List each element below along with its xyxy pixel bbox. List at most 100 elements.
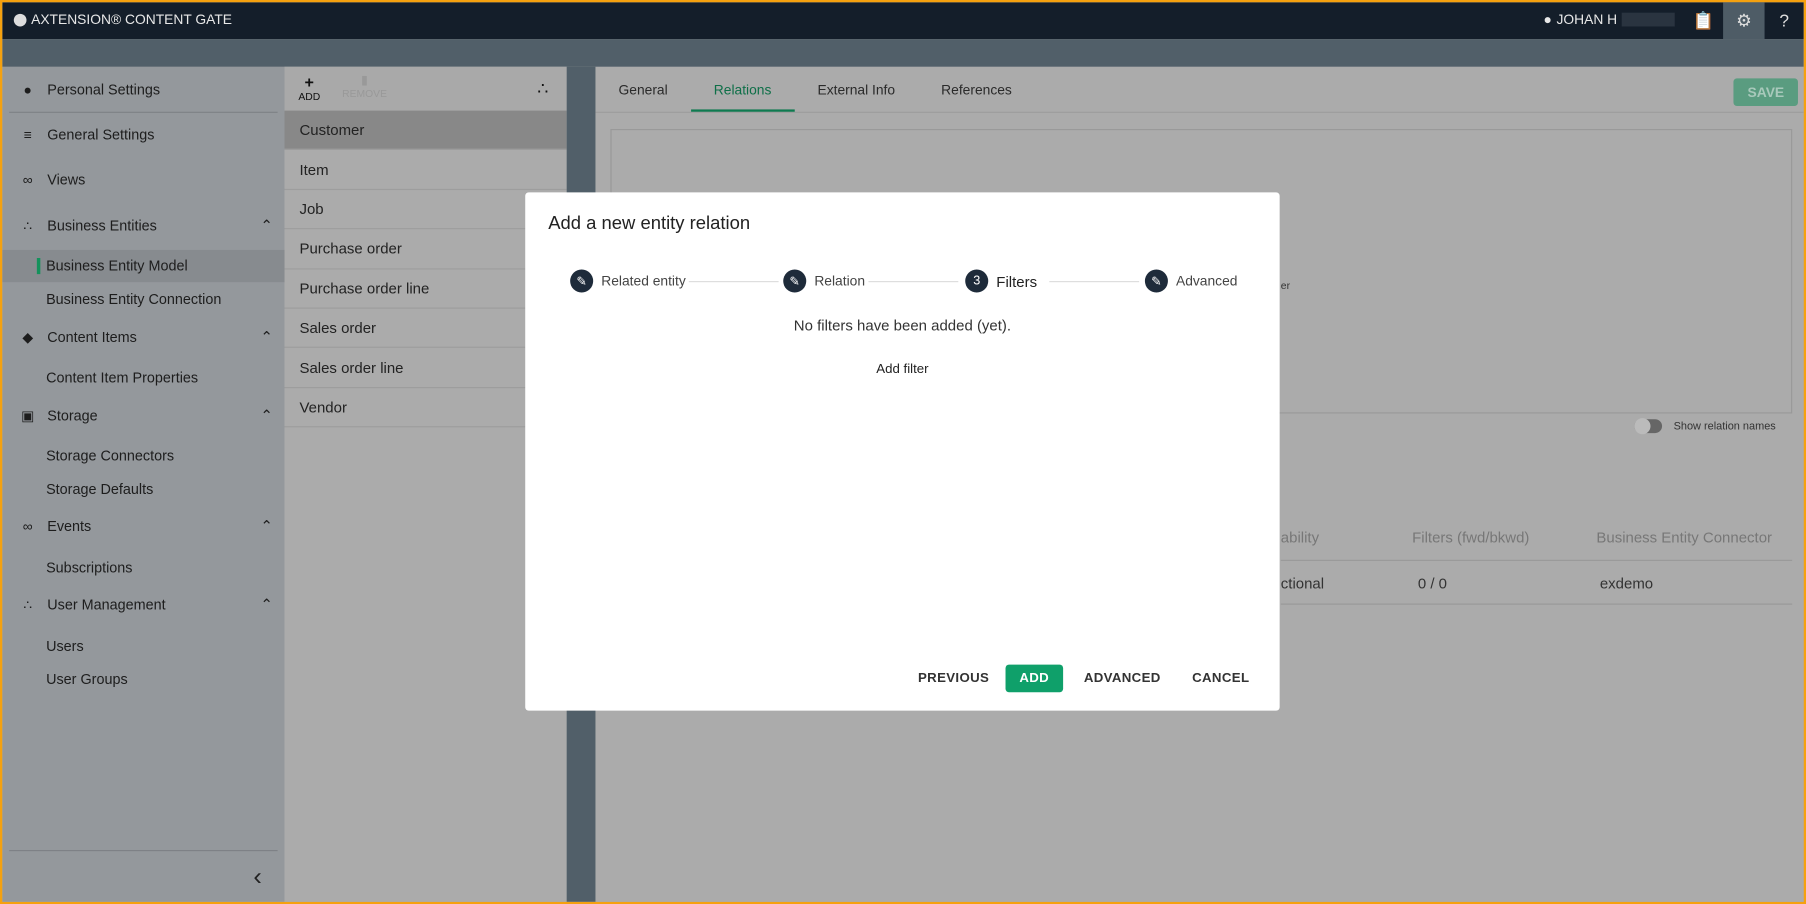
sidebar-item-label: User Groups bbox=[46, 671, 128, 688]
sidebar-item-label: Content Items bbox=[47, 329, 137, 346]
sidebar-item-label: Storage Defaults bbox=[46, 481, 154, 498]
chevron-up-icon[interactable]: ⌃ bbox=[260, 217, 273, 235]
empty-filters-text: No filters have been added (yet). bbox=[793, 316, 1012, 335]
sidebar-item-storage-connectors[interactable]: Storage Connectors bbox=[2, 440, 284, 472]
help-icon[interactable]: ? bbox=[1765, 2, 1804, 39]
sidebar-item-events[interactable]: ∞ Events ⌃ bbox=[2, 510, 284, 542]
sliders-icon: ≡ bbox=[23, 126, 32, 143]
active-indicator bbox=[36, 258, 41, 275]
step-connector bbox=[868, 281, 959, 283]
list-item[interactable]: Customer bbox=[284, 110, 567, 151]
sidebar-item-label: Storage Connectors bbox=[46, 448, 175, 465]
table-cell: exdemo bbox=[1599, 574, 1654, 593]
hierarchy-icon[interactable]: ∴ bbox=[537, 78, 548, 99]
step-relation[interactable]: ✎ Relation bbox=[783, 269, 865, 293]
table-cell: 0 / 0 bbox=[1417, 574, 1448, 593]
user-name: JOHAN H bbox=[1556, 11, 1618, 28]
sidebar-item-business-entities[interactable]: ∴ Business Entities ⌃ bbox=[2, 210, 284, 242]
chevron-up-icon[interactable]: ⌃ bbox=[260, 407, 273, 425]
show-relation-names-toggle[interactable] bbox=[1634, 418, 1663, 435]
save-button[interactable]: SAVE bbox=[1733, 78, 1798, 106]
add-button[interactable]: + ADD bbox=[298, 73, 320, 103]
chevron-up-icon[interactable]: ⌃ bbox=[260, 595, 273, 613]
sidebar-item-label: Events bbox=[47, 518, 92, 535]
sidebar-item-business-entity-connection[interactable]: Business Entity Connection bbox=[2, 283, 284, 315]
toggle-knob bbox=[1634, 418, 1651, 435]
users-icon: ∴ bbox=[23, 596, 33, 613]
pencil-icon: ✎ bbox=[783, 269, 807, 293]
clipboard-icon[interactable]: 📋 bbox=[1684, 2, 1723, 39]
archive-icon: ▣ bbox=[21, 407, 35, 424]
sidebar-item-label: Business Entity Model bbox=[46, 258, 188, 275]
step-label: Advanced bbox=[1175, 272, 1238, 290]
chevron-up-icon[interactable]: ⌃ bbox=[260, 517, 273, 535]
sidebar-item-label: Storage bbox=[47, 407, 98, 424]
sidebar-item-storage-defaults[interactable]: Storage Defaults bbox=[2, 473, 284, 505]
glasses-icon: ∞ bbox=[22, 171, 33, 188]
sidebar-item-personal-settings[interactable]: ● Personal Settings bbox=[2, 74, 284, 106]
step-number: 3 bbox=[965, 269, 989, 293]
sidebar-item-business-entity-model[interactable]: Business Entity Model bbox=[2, 249, 285, 283]
sidebar-item-general-settings[interactable]: ≡ General Settings bbox=[2, 119, 284, 151]
remove-button[interactable]: ▮ REMOVE bbox=[342, 73, 387, 99]
pencil-icon: ✎ bbox=[570, 269, 594, 293]
sidebar-item-users[interactable]: Users bbox=[2, 630, 284, 662]
trash-icon: ▮ bbox=[361, 73, 369, 88]
chevron-up-icon[interactable]: ⌃ bbox=[260, 328, 273, 346]
step-label: Related entity bbox=[601, 272, 686, 290]
sidebar-item-views[interactable]: ∞ Views bbox=[2, 164, 284, 196]
sidebar-item-label: General Settings bbox=[47, 126, 155, 143]
table-cell: ctional bbox=[1280, 574, 1325, 593]
sidebar-item-label: Subscriptions bbox=[46, 559, 133, 576]
divider bbox=[1280, 603, 1793, 605]
diagram-text: er bbox=[1280, 279, 1291, 292]
cancel-button[interactable]: CANCEL bbox=[1183, 665, 1259, 693]
add-filter-label: Add filter bbox=[876, 362, 929, 377]
step-filters[interactable]: 3 Filters bbox=[965, 269, 1038, 293]
sidebar-item-content-items[interactable]: ◆ Content Items ⌃ bbox=[2, 321, 284, 353]
add-entity-relation-dialog: Add a new entity relation ✎ Related entit… bbox=[525, 192, 1280, 711]
add-filter-button[interactable]: Add filter bbox=[525, 363, 1279, 377]
sidebar-item-label: Content Item Properties bbox=[46, 369, 199, 386]
step-connector bbox=[688, 281, 779, 283]
pencil-icon: ✎ bbox=[1144, 269, 1168, 293]
sub-header bbox=[2, 39, 1804, 67]
advanced-button[interactable]: ADVANCED bbox=[1075, 665, 1170, 693]
list-item[interactable]: Item bbox=[284, 150, 567, 190]
logo-icon bbox=[13, 13, 27, 26]
add-label: ADD bbox=[298, 90, 321, 103]
step-label: Filters bbox=[996, 272, 1038, 290]
tab-external-info[interactable]: External Info bbox=[794, 67, 918, 112]
step-connector bbox=[1049, 281, 1140, 283]
divider bbox=[1280, 559, 1793, 561]
tab-references[interactable]: References bbox=[918, 67, 1035, 112]
webhook-icon: ∞ bbox=[22, 518, 33, 535]
tab-relations[interactable]: Relations bbox=[690, 67, 795, 112]
entity-toolbar: + ADD ▮ REMOVE ∴ bbox=[284, 66, 567, 111]
sidebar-item-label: Personal Settings bbox=[47, 81, 161, 98]
sidebar-item-content-item-properties[interactable]: Content Item Properties bbox=[2, 362, 284, 394]
plus-icon: + bbox=[304, 72, 314, 91]
user-menu[interactable]: ● JOHAN H bbox=[1544, 12, 1675, 28]
step-advanced[interactable]: ✎ Advanced bbox=[1144, 269, 1238, 293]
step-related-entity[interactable]: ✎ Related entity bbox=[570, 269, 686, 293]
divider bbox=[9, 850, 278, 852]
person-icon: ● bbox=[23, 81, 32, 98]
app-title: AXTENSION® CONTENT GATE bbox=[31, 11, 232, 28]
sidebar-item-label: Business Entity Connection bbox=[46, 291, 222, 308]
sidebar-item-storage[interactable]: ▣ Storage ⌃ bbox=[2, 400, 284, 432]
sidebar-item-subscriptions[interactable]: Subscriptions bbox=[2, 552, 284, 584]
redacted-name bbox=[1621, 12, 1675, 27]
collapse-sidebar-icon[interactable]: ‹ bbox=[253, 862, 261, 892]
person-icon: ● bbox=[1543, 11, 1552, 28]
previous-button[interactable]: PREVIOUS bbox=[909, 665, 999, 693]
tab-general[interactable]: General bbox=[595, 67, 690, 112]
gear-icon[interactable]: ⚙ bbox=[1723, 2, 1765, 40]
dialog-title: Add a new entity relation bbox=[548, 214, 751, 234]
sidebar-item-user-groups[interactable]: User Groups bbox=[2, 663, 284, 695]
column-header: Business Entity Connector bbox=[1596, 528, 1773, 546]
sidebar-item-user-management[interactable]: ∴ User Management ⌃ bbox=[2, 589, 284, 621]
add-button[interactable]: ADD bbox=[1005, 664, 1063, 693]
toggle-label: Show relation names bbox=[1673, 420, 1776, 434]
divider bbox=[9, 111, 278, 113]
